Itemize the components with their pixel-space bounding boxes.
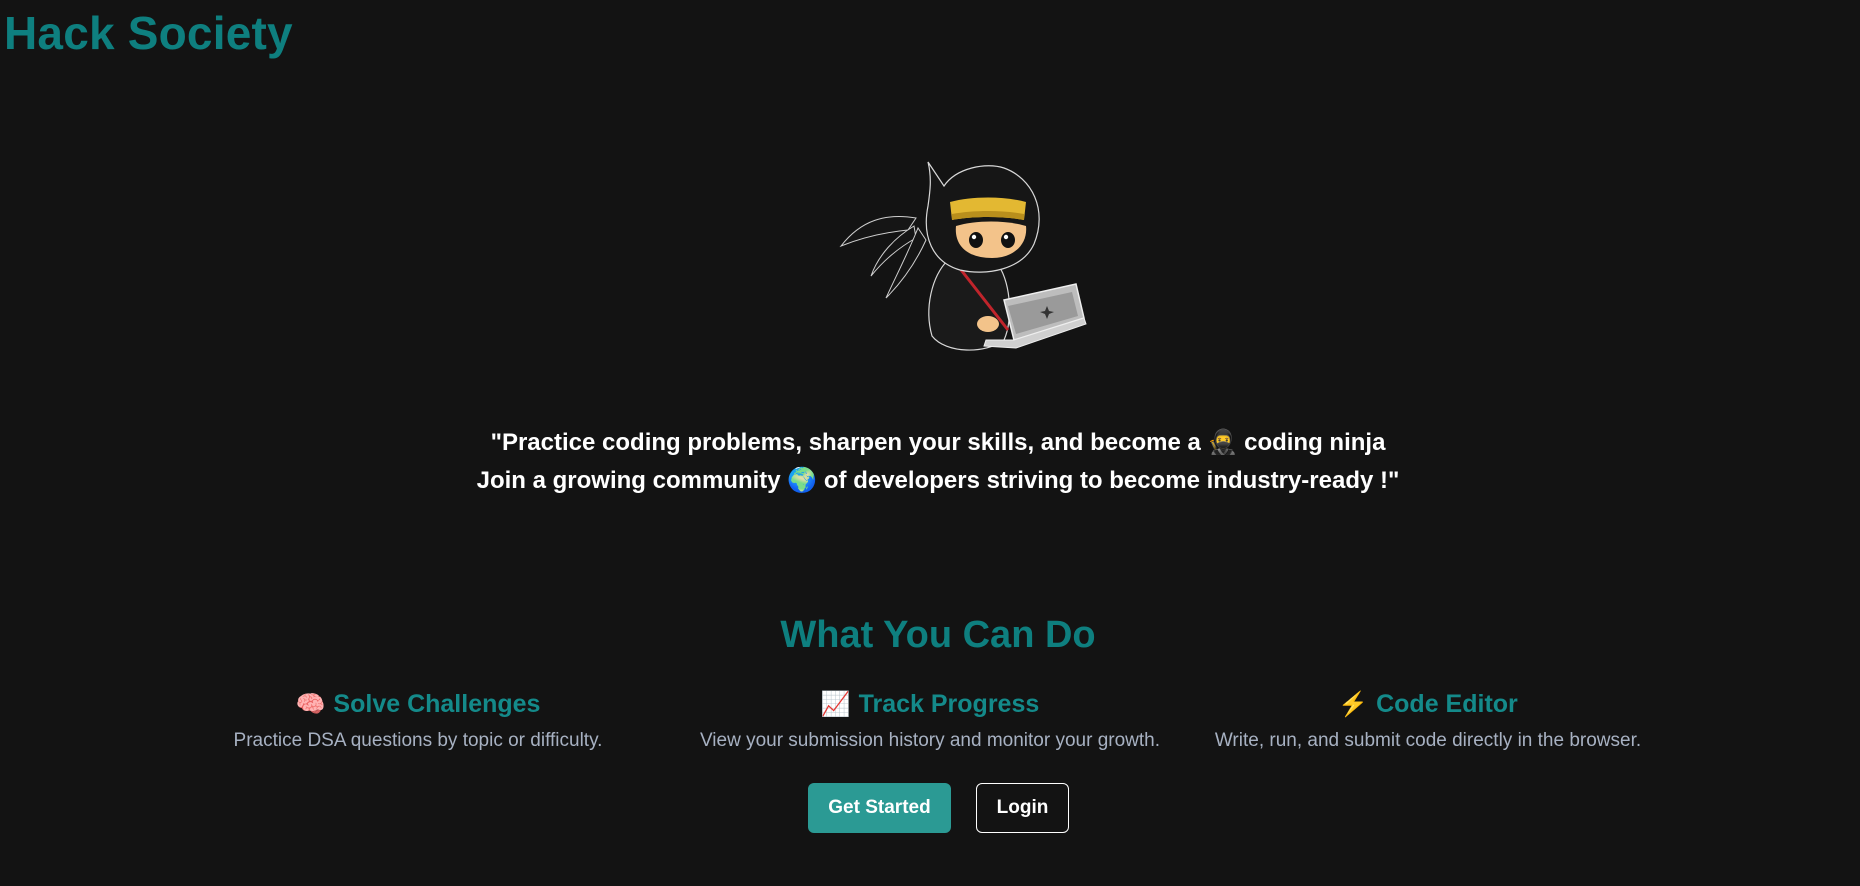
- feature-code-editor: ⚡ Code Editor Write, run, and submit code…: [1168, 686, 1688, 752]
- get-started-button[interactable]: Get Started: [808, 783, 951, 833]
- feature-title: Solve Challenges: [333, 690, 541, 718]
- ninja-icon: 🥷: [1207, 429, 1238, 456]
- feature-description: Practice DSA questions by topic or diffi…: [233, 730, 603, 751]
- brain-icon: 🧠: [295, 691, 326, 718]
- chart-increasing-icon: 📈: [820, 691, 851, 718]
- feature-title: Track Progress: [858, 690, 1040, 718]
- lightning-icon: ⚡: [1338, 691, 1369, 718]
- features-section-title: What You Can Do: [780, 614, 1096, 656]
- feature-description: View your submission history and monitor…: [699, 730, 1161, 751]
- hero-tagline: "Practice coding problems, sharpen your …: [0, 424, 1860, 500]
- brand-logo-text[interactable]: Hack Society: [4, 6, 293, 60]
- tagline-line-1: "Practice coding problems, sharpen your …: [490, 429, 1386, 456]
- feature-solve-challenges: 🧠 Solve Challenges Practice DSA questions…: [158, 686, 678, 752]
- globe-icon: 🌍: [787, 467, 818, 494]
- feature-description: Write, run, and submit code directly in …: [1214, 730, 1642, 751]
- login-button[interactable]: Login: [976, 783, 1069, 833]
- landing-page: Hack Society "Practice coding problems, …: [0, 0, 1860, 886]
- feature-track-progress: 📈 Track Progress View your submission his…: [670, 686, 1190, 752]
- feature-title: Code Editor: [1376, 690, 1518, 718]
- ninja-illustration: [839, 161, 1087, 351]
- tagline-line-2: Join a growing community 🌍 of developers…: [476, 467, 1400, 494]
